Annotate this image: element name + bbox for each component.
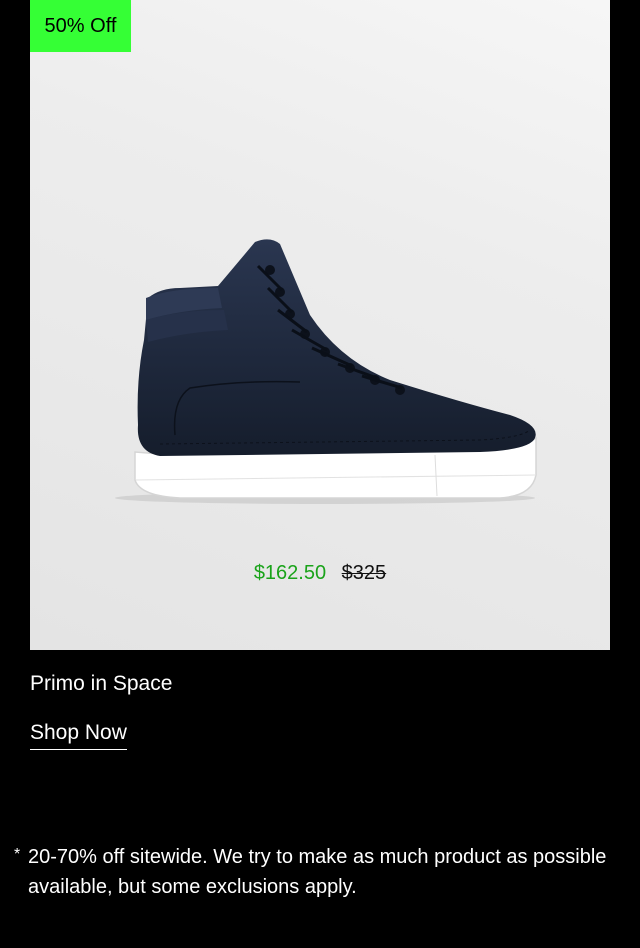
original-price: $325 — [341, 562, 387, 584]
shop-now-link[interactable]: Shop Now — [30, 721, 127, 750]
product-name[interactable]: Primo in Space — [30, 672, 172, 696]
footnote-asterisk: * — [14, 846, 21, 863]
footnote-text: 20-70% off sitewide. We try to make as m… — [28, 846, 607, 898]
footnote: * 20-70% off sitewide. We try to make as… — [14, 842, 614, 902]
product-card[interactable]: 50% Off $162.50 $325 — [30, 0, 610, 650]
sale-price: $162.50 — [253, 562, 327, 584]
price-row: $162.50 $325 — [30, 562, 610, 585]
promo-page: 50% Off $162.50 $325 Primo in Space Shop… — [0, 0, 640, 948]
product-image[interactable] — [100, 230, 540, 510]
discount-badge: 50% Off — [30, 0, 131, 52]
